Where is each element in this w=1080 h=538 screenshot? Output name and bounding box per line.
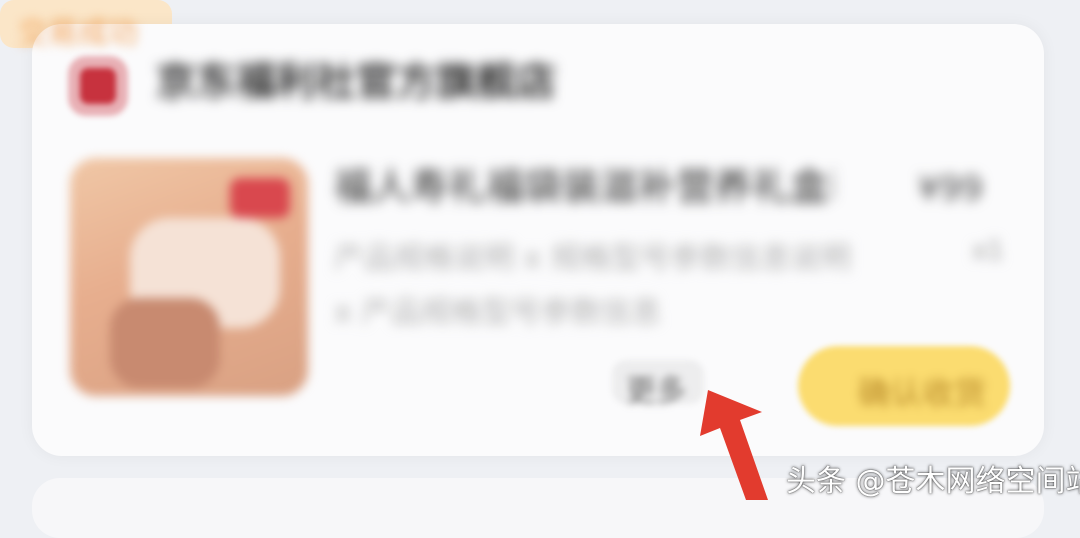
red-arrow-annotation — [700, 390, 768, 500]
watermark-text: 头条 @苍木网络空间站 — [786, 464, 1080, 499]
red-arrow-icon — [700, 390, 768, 500]
